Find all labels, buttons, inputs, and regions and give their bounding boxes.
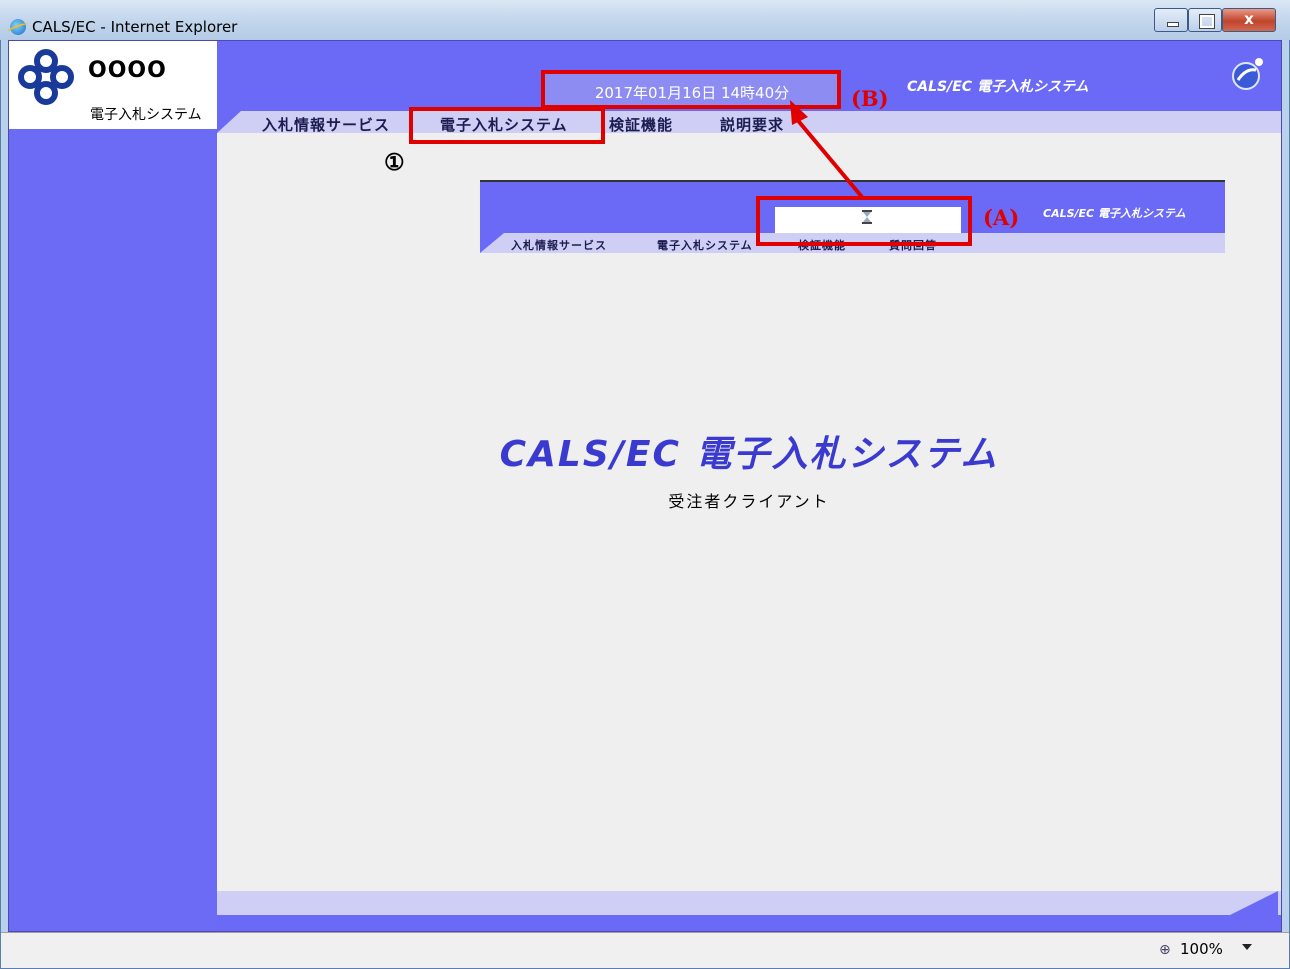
globe-icon[interactable] [1228,54,1268,94]
zoom-level[interactable]: 100% [1180,940,1223,958]
inset-menu-item: 入札情報サービス [511,239,607,252]
chevron-down-icon[interactable] [1242,944,1252,950]
left-sidebar [9,41,217,931]
annotation-label-a: (A) [983,205,1020,230]
window-title: CALS/EC - Internet Explorer [32,18,238,36]
maximize-button[interactable] [1188,8,1222,32]
annotation-box-1 [409,107,605,144]
inset-brand: CALS/EC 電子入札システム [1043,207,1186,220]
status-bar [1,932,1289,968]
internet-explorer-icon [10,19,26,35]
menu-bar-notch [217,111,241,133]
header-brand: CALS/EC 電子入札システム [907,79,1089,95]
logo-name: OOOO [88,58,167,83]
main-title: CALS/EC 電子入札システム [499,434,999,475]
inset-menu-notch [480,233,504,253]
annotation-label-b: (B) [851,86,889,111]
content-bottom-notch [1230,891,1278,915]
minimize-button[interactable] [1154,8,1188,32]
zoom-icon[interactable]: ⊕ [1159,942,1171,958]
annotation-box-a [756,196,972,246]
close-icon: x [1244,10,1254,28]
main-subtitle: 受注者クライアント [668,492,830,511]
menu-bid-info-service[interactable]: 入札情報サービス [262,114,390,135]
logo-icon [18,49,74,105]
logo-subtitle: 電子入札システム [90,107,202,123]
footer-strip [217,915,1281,931]
annotation-label-1: ① [384,149,405,176]
annotation-box-b [541,70,841,109]
inset-menu-item: 電子入札システム [657,239,753,252]
menu-explanation-request[interactable]: 説明要求 [720,114,784,135]
close-button[interactable]: x [1222,8,1276,32]
content-bottom-bar [217,891,1281,915]
menu-verification[interactable]: 検証機能 [609,114,673,135]
